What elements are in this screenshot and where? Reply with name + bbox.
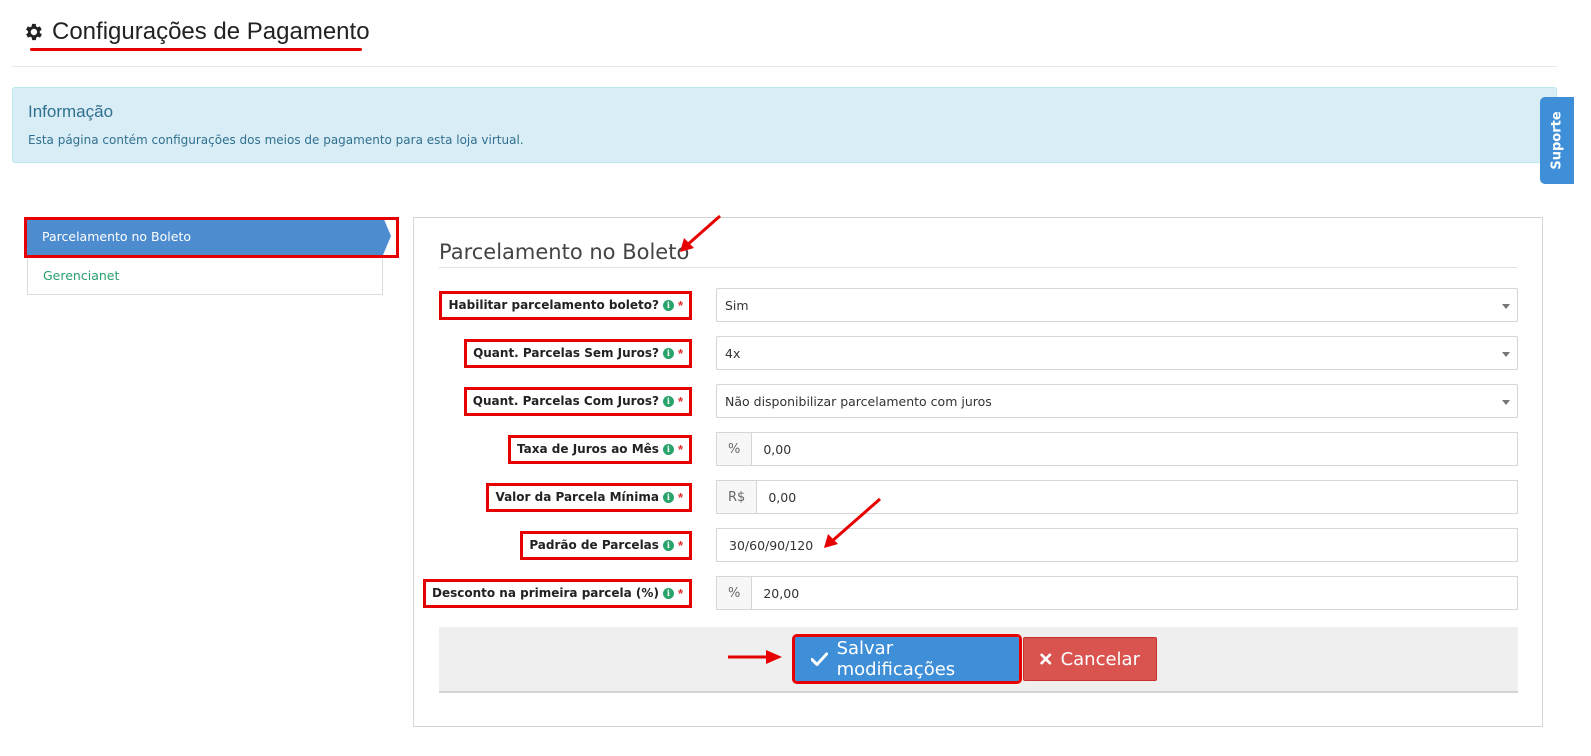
annotation-arrow-icon bbox=[680, 214, 881, 664]
